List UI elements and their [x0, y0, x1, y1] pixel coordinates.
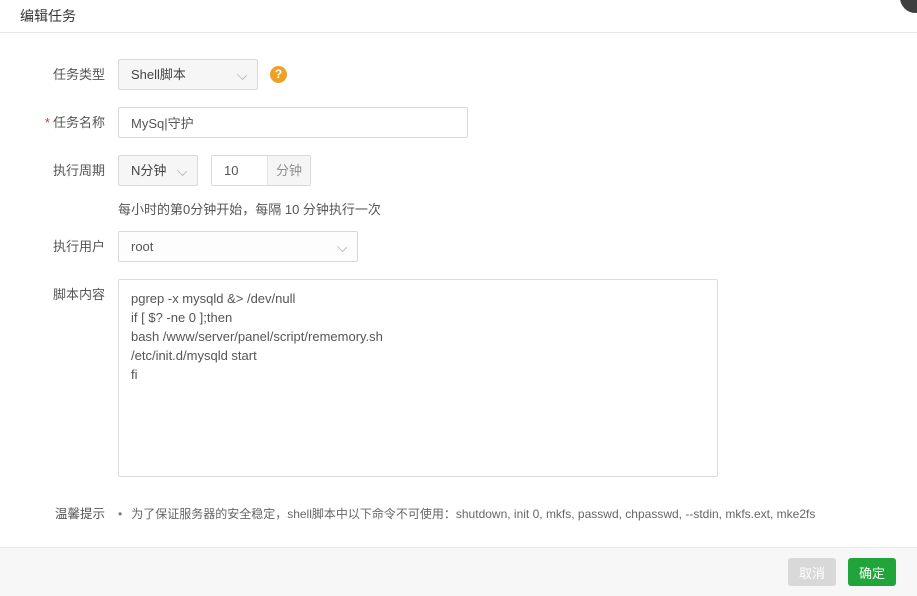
- cycle-label: 执行周期: [0, 155, 105, 186]
- run-user-label: 执行用户: [0, 231, 105, 262]
- run-user-row: 执行用户 root: [0, 231, 917, 262]
- cycle-hint-text: 每小时的第0分钟开始，每隔 10 分钟执行一次: [118, 199, 917, 218]
- dialog-title: 编辑任务: [20, 8, 76, 24]
- task-type-row: 任务类型 Shell脚本 ?: [0, 59, 917, 90]
- cycle-interval-input[interactable]: [212, 156, 267, 185]
- task-type-label: 任务类型: [0, 59, 105, 90]
- dialog-footer: 取消 确定: [0, 547, 917, 596]
- cycle-unit-select-value: N分钟: [131, 163, 166, 178]
- cycle-unit-select[interactable]: N分钟: [118, 155, 198, 186]
- cancel-button[interactable]: 取消: [788, 558, 836, 586]
- dialog-header: 编辑任务: [0, 0, 917, 33]
- cycle-unit-suffix: 分钟: [267, 156, 310, 185]
- chevron-down-icon: [177, 166, 187, 176]
- task-type-select-value: Shell脚本: [131, 67, 186, 82]
- tips-row: 温馨提示 • 为了保证服务器的安全稳定，shell脚本中以下命令不可使用：shu…: [0, 505, 917, 522]
- script-row: 脚本内容 pgrep -x mysqld &> /dev/null if [ $…: [0, 279, 917, 477]
- chevron-down-icon: [337, 242, 347, 252]
- script-content-textarea[interactable]: pgrep -x mysqld &> /dev/null if [ $? -ne…: [118, 279, 718, 477]
- run-user-select[interactable]: root: [118, 231, 358, 262]
- task-name-label: *任务名称: [0, 107, 105, 138]
- task-name-input[interactable]: [118, 107, 468, 138]
- bullet-icon: •: [118, 507, 122, 521]
- cycle-row: 执行周期 N分钟 分钟: [0, 155, 917, 186]
- tips-text: 为了保证服务器的安全稳定，shell脚本中以下命令不可使用：shutdown, …: [131, 505, 815, 522]
- run-user-select-value: root: [131, 239, 153, 254]
- required-asterisk: *: [45, 115, 50, 130]
- confirm-button[interactable]: 确定: [848, 558, 896, 586]
- tips-label: 温馨提示: [0, 506, 105, 522]
- script-label: 脚本内容: [0, 279, 105, 304]
- edit-task-form: 任务类型 Shell脚本 ? *任务名称 执行周期 N分钟 分钟 每小: [0, 33, 917, 522]
- cycle-interval-group: 分钟: [211, 155, 311, 186]
- task-type-select[interactable]: Shell脚本: [118, 59, 258, 90]
- task-name-row: *任务名称: [0, 107, 917, 138]
- chevron-down-icon: [237, 70, 247, 80]
- help-icon[interactable]: ?: [270, 66, 287, 83]
